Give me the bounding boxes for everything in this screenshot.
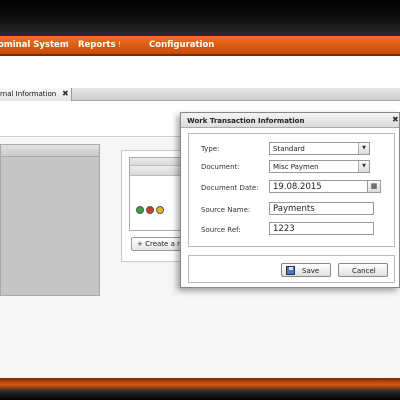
transactions-grid <box>129 157 184 231</box>
source-ref-value: 1223 <box>273 224 295 234</box>
grid-subheader <box>130 166 183 176</box>
tab-nominal-information[interactable]: rnal Information ✖ <box>0 88 72 101</box>
type-select[interactable]: Standard ▼ <box>269 142 370 155</box>
tab-strip: rnal Information ✖ <box>0 88 400 101</box>
main-nav-bar: ominal System ! Reports ! Configuration <box>0 36 400 56</box>
cancel-button[interactable]: Cancel <box>338 263 388 277</box>
nav-separator: ! <box>66 40 70 49</box>
source-ref-field[interactable]: 1223 <box>269 222 374 235</box>
document-date-label: Document Date: <box>201 184 259 192</box>
calendar-icon[interactable]: ▦ <box>367 180 381 193</box>
type-select-value: Standard <box>273 145 305 153</box>
chevron-down-icon[interactable]: ▼ <box>358 161 369 172</box>
document-date-value: 19.08.2015 <box>273 182 322 192</box>
save-label: Save <box>302 267 320 275</box>
chevron-down-icon[interactable]: ▼ <box>358 143 369 154</box>
header-spacer <box>0 58 400 88</box>
nav-separator: ! <box>118 40 122 49</box>
left-panel-header <box>1 145 99 157</box>
nav-item-nominal-system[interactable]: ominal System <box>0 40 69 50</box>
dialog-title-bar[interactable]: Work Transaction Information ✖ <box>181 113 399 128</box>
document-select-value: Misc Paymen <box>273 163 319 171</box>
transactions-panel: + Create a n <box>121 150 189 262</box>
document-date-field[interactable]: 19.08.2015 <box>269 180 371 193</box>
left-panel <box>0 144 100 296</box>
status-red-icon <box>146 206 154 214</box>
dialog-close-icon[interactable]: ✖ <box>392 115 399 124</box>
status-yellow-icon <box>156 206 164 214</box>
form-section: Type: Standard ▼ Document: Misc Paymen ▼… <box>188 133 395 247</box>
tab-close-icon[interactable]: ✖ <box>62 89 69 98</box>
nav-item-configuration[interactable]: Configuration <box>149 40 214 50</box>
footer-band <box>0 378 400 400</box>
document-select[interactable]: Misc Paymen ▼ <box>269 160 370 173</box>
save-button[interactable]: Save <box>281 263 331 277</box>
type-label: Type: <box>201 145 220 153</box>
source-name-field[interactable]: Payments <box>269 202 374 215</box>
document-label: Document: <box>201 163 240 171</box>
source-ref-label: Source Ref: <box>201 226 241 234</box>
top-header-band <box>0 0 400 36</box>
status-green-icon <box>136 206 144 214</box>
grid-header <box>130 158 183 166</box>
work-transaction-dialog: Work Transaction Information ✖ Type: Sta… <box>180 112 400 288</box>
source-name-label: Source Name: <box>201 206 251 214</box>
cancel-label: Cancel <box>352 267 376 275</box>
source-name-value: Payments <box>273 204 315 214</box>
tab-label: rnal Information <box>0 90 57 98</box>
floppy-disk-icon <box>286 266 295 275</box>
dialog-title: Work Transaction Information <box>187 117 305 125</box>
nav-item-reports[interactable]: Reports <box>78 40 116 50</box>
